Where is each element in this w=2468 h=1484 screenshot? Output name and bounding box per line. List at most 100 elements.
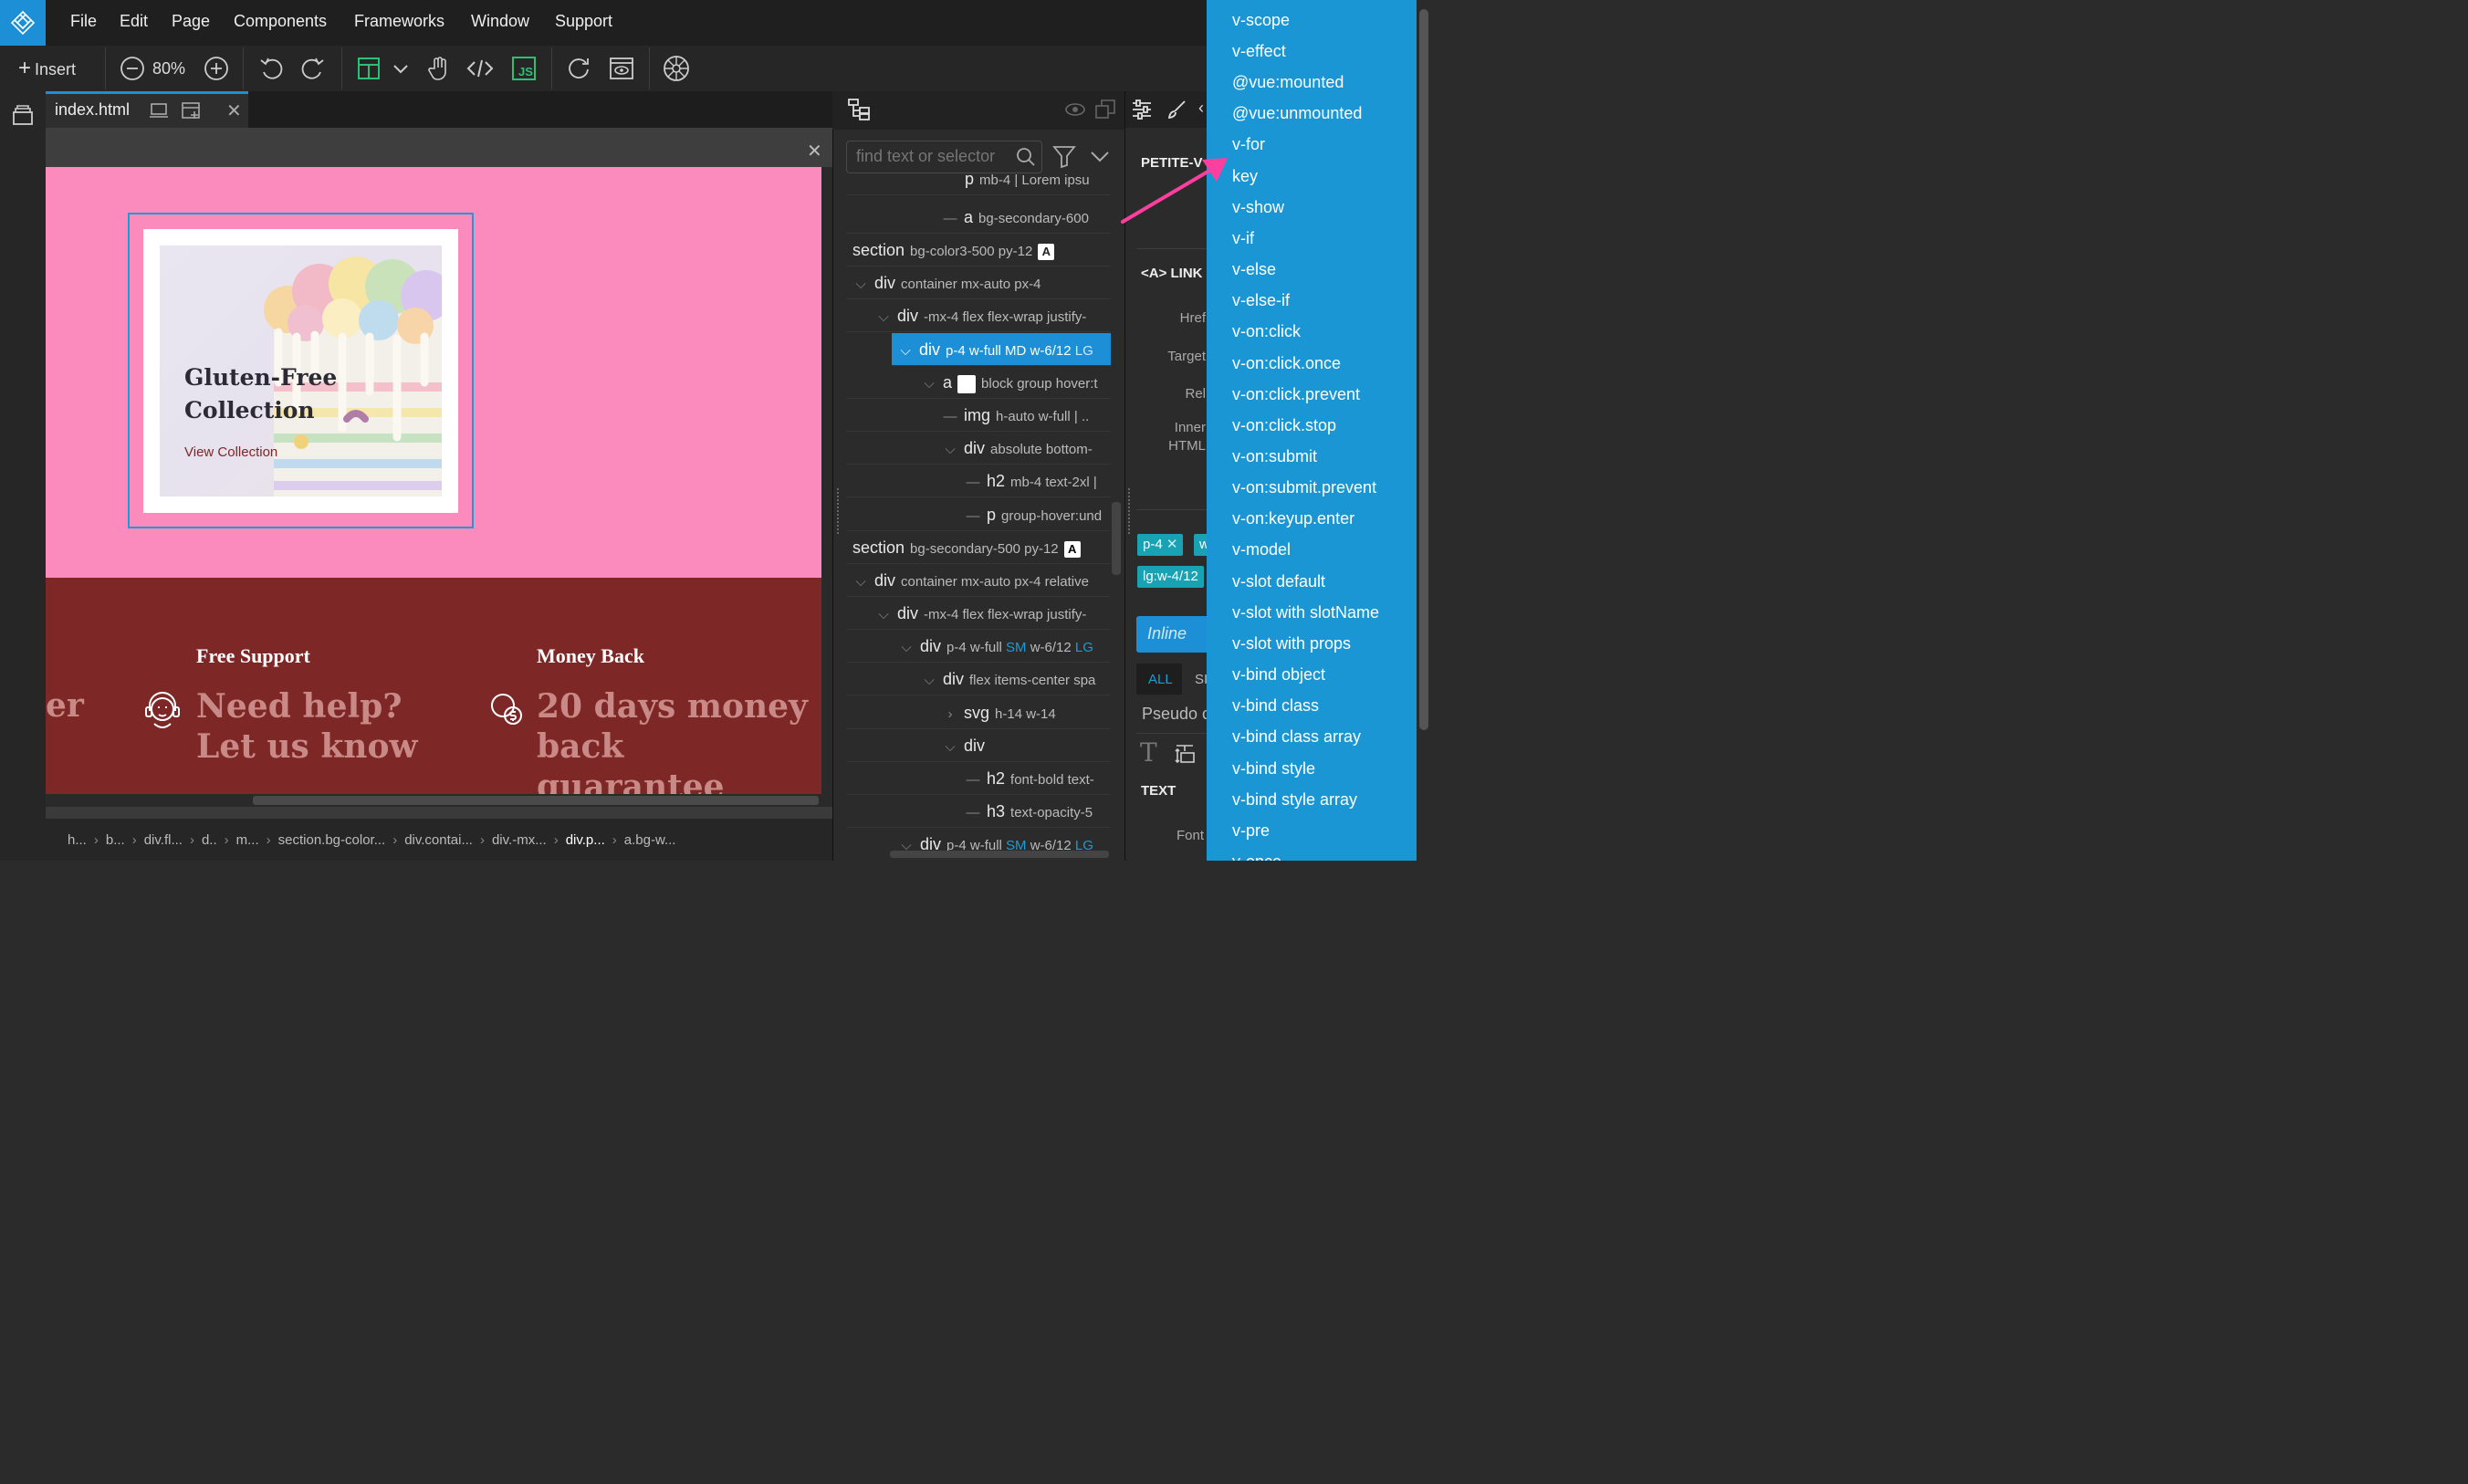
breadcrumb-item[interactable]: d..: [196, 832, 223, 848]
directive-option[interactable]: v-on:click.stop: [1232, 416, 1336, 435]
directive-option[interactable]: v-show: [1232, 198, 1284, 217]
close-canvas-icon[interactable]: ✕: [807, 140, 822, 162]
add-frame-icon[interactable]: [181, 99, 203, 126]
directive-dropdown[interactable]: v-scope v-effect @vue:mounted @vue:unmou…: [1207, 0, 1417, 861]
directive-option[interactable]: v-on:click: [1232, 322, 1301, 341]
refresh-icon[interactable]: [565, 55, 592, 82]
directive-option[interactable]: @vue:mounted: [1232, 73, 1344, 92]
tree-search-input[interactable]: [854, 146, 1013, 167]
chevron-down-icon[interactable]: [387, 55, 414, 82]
directive-option[interactable]: v-effect: [1232, 42, 1286, 61]
breadcrumb-item[interactable]: m...: [231, 832, 265, 848]
breadcrumb-item-current[interactable]: div.p...: [560, 832, 611, 848]
horizontal-scroll-thumb[interactable]: [253, 796, 819, 805]
tree-search-field[interactable]: [846, 141, 1042, 173]
menu-support[interactable]: Support: [555, 0, 612, 42]
tree-row[interactable]: ⌵ div absolute bottom-: [846, 432, 1111, 465]
settings-sliders-icon[interactable]: [1131, 99, 1153, 125]
directive-option[interactable]: v-slot with props: [1232, 634, 1351, 653]
tree-row[interactable]: ⌵ a block group hover:t: [846, 366, 1111, 399]
redo-icon[interactable]: [299, 55, 327, 82]
menu-frameworks[interactable]: Frameworks: [354, 0, 444, 42]
tree-row[interactable]: ⌵ div -mx-4 flex flex-wrap justify-: [846, 597, 1111, 630]
tree-row[interactable]: ⌵ div p-4 w-full SM w-6/12 LG: [846, 630, 1111, 663]
tree-row-selected[interactable]: ⌵ div p-4 w-full MD w-6/12 LG: [892, 333, 1111, 366]
tree-row[interactable]: — h2 font-bold text-: [846, 762, 1111, 795]
tree-row[interactable]: section bg-secondary-500 py-12 A: [846, 531, 1111, 564]
directive-option[interactable]: @vue:unmounted: [1232, 104, 1362, 123]
remove-chip-icon[interactable]: ✕: [1166, 537, 1178, 552]
directive-option[interactable]: v-scope: [1232, 11, 1290, 30]
directive-option[interactable]: v-bind class: [1232, 696, 1319, 716]
preview-icon[interactable]: [608, 55, 635, 82]
directive-option[interactable]: v-on:keyup.enter: [1232, 509, 1354, 528]
tree-row[interactable]: — h2 mb-4 text-2xl |: [846, 465, 1111, 497]
tree-row[interactable]: › svg h-14 w-14: [846, 696, 1111, 729]
menu-page[interactable]: Page: [172, 0, 210, 42]
directive-option[interactable]: v-else-if: [1232, 291, 1290, 310]
breadcrumb-item[interactable]: h...: [62, 832, 92, 848]
directive-option[interactable]: v-on:submit.prevent: [1232, 478, 1376, 497]
directive-option[interactable]: v-slot with slotName: [1232, 603, 1379, 622]
tree-row[interactable]: p mb-4 | Lorem ipsu: [846, 170, 1111, 195]
tree-row[interactable]: ⌵ div flex items-center spa: [846, 663, 1111, 695]
dropdown-scroll-thumb[interactable]: [1419, 9, 1428, 730]
tree-row[interactable]: — h3 text-opacity-5: [846, 795, 1111, 828]
code-icon[interactable]: [466, 55, 494, 82]
duplicate-icon[interactable]: [1094, 99, 1116, 125]
grid-layout-icon[interactable]: [355, 55, 382, 82]
tree-row[interactable]: — img h-auto w-full | ..: [846, 399, 1111, 432]
menu-file[interactable]: File: [70, 0, 97, 42]
directive-option[interactable]: v-on:click.prevent: [1232, 385, 1360, 404]
directive-option[interactable]: v-on:click.once: [1232, 354, 1341, 373]
class-chip[interactable]: lg:w-4/12: [1137, 566, 1204, 588]
tree-horizontal-scroll-thumb[interactable]: [890, 851, 1109, 858]
menu-window[interactable]: Window: [471, 0, 529, 42]
directive-option[interactable]: v-bind style array: [1232, 790, 1357, 810]
tree-row[interactable]: section bg-color3-500 py-12 A: [846, 234, 1111, 266]
class-chip[interactable]: p-4 ✕: [1137, 534, 1184, 556]
breadcrumb-item[interactable]: section.bg-color...: [273, 832, 392, 848]
directive-option[interactable]: v-slot default: [1232, 572, 1325, 591]
library-icon[interactable]: [12, 104, 34, 131]
tree-row[interactable]: ⌵ div -mx-4 flex flex-wrap justify-: [846, 299, 1111, 332]
visibility-eye-icon[interactable]: [1064, 100, 1086, 123]
breadcrumb-item[interactable]: div.-mx...: [486, 832, 552, 848]
menu-edit[interactable]: Edit: [120, 0, 148, 42]
code-brackets-icon[interactable]: ‹: [1198, 99, 1204, 118]
settings-wheel-icon[interactable]: [663, 55, 690, 82]
breadcrumb-item[interactable]: a.bg-w...: [619, 832, 682, 848]
chevron-down-icon[interactable]: [1090, 148, 1110, 169]
js-icon[interactable]: JS: [510, 55, 538, 82]
breadcrumb-item[interactable]: div.fl...: [139, 832, 188, 848]
canvas-vertical-scrollbar[interactable]: [821, 167, 832, 794]
tree-scroll-thumb[interactable]: [1112, 502, 1121, 575]
tree-layers-icon[interactable]: [847, 98, 871, 126]
directive-option[interactable]: v-on:submit: [1232, 447, 1317, 466]
tab-index-html[interactable]: index.html ✕: [46, 91, 248, 128]
brush-icon[interactable]: [1166, 99, 1187, 125]
directive-option[interactable]: v-pre: [1232, 821, 1270, 841]
panel-resize-handle[interactable]: [1128, 488, 1134, 534]
tree-row[interactable]: — a bg-secondary-600: [846, 201, 1111, 234]
panel-resize-handle[interactable]: [837, 488, 842, 534]
directive-option[interactable]: v-bind class array: [1232, 727, 1361, 747]
close-tab-icon[interactable]: ✕: [226, 99, 242, 122]
tree-row[interactable]: ⌵ div container mx-auto px-4 relative: [846, 564, 1111, 597]
breadcrumb-item[interactable]: div.contai...: [399, 832, 478, 848]
zoom-out-icon[interactable]: [119, 55, 146, 82]
tree-row[interactable]: ⌵ div: [846, 729, 1111, 762]
text-style-icon[interactable]: T: [1140, 737, 1157, 768]
directive-option[interactable]: v-else: [1232, 260, 1276, 279]
tree-row[interactable]: ⌵ div container mx-auto px-4: [846, 266, 1111, 299]
directive-option[interactable]: v-bind style: [1232, 759, 1315, 779]
breadcrumb-item[interactable]: b...: [100, 832, 131, 848]
directive-option[interactable]: v-if: [1232, 229, 1254, 248]
interactive-hand-icon[interactable]: [424, 55, 452, 82]
device-laptop-icon[interactable]: [149, 101, 169, 124]
app-logo-icon[interactable]: [0, 0, 46, 46]
directive-option[interactable]: v-once: [1232, 852, 1281, 861]
pseudo-class-select[interactable]: Pseudo c: [1142, 705, 1210, 724]
menu-components[interactable]: Components: [234, 0, 327, 42]
undo-icon[interactable]: [257, 55, 285, 82]
